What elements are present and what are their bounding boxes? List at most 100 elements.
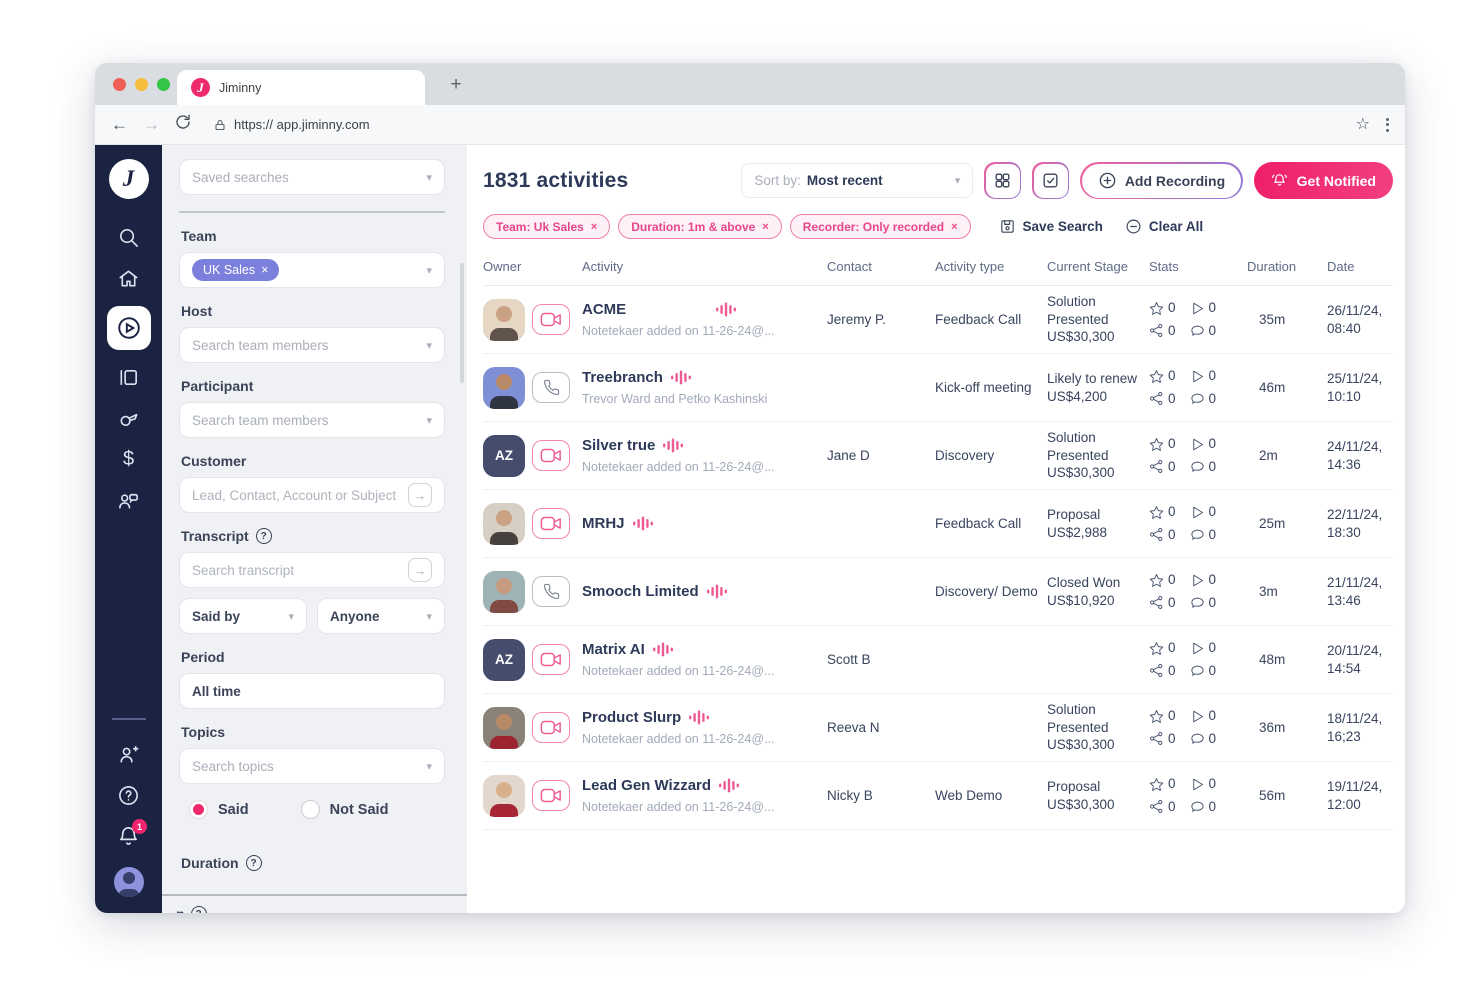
share-stat[interactable]: 0	[1149, 730, 1176, 748]
share-stat[interactable]: 0	[1149, 594, 1176, 612]
transcript-submit-arrow-icon[interactable]: →	[408, 558, 432, 582]
col-duration[interactable]: Duration	[1247, 259, 1325, 274]
table-row[interactable]: AZ Matrix AI Notetekaer added on 11-26-2…	[483, 626, 1393, 694]
participant-select[interactable]: Search team members	[179, 402, 445, 438]
table-row[interactable]: ACME Notetekaer added on 11-26-24@... Je…	[483, 286, 1393, 354]
browser-tab-jiminny[interactable]: J Jiminny	[177, 70, 425, 105]
activity-name[interactable]: Lead Gen Wizzard	[582, 776, 711, 796]
play-count-stat[interactable]: 0	[1190, 435, 1217, 453]
star-stat[interactable]: 0	[1149, 503, 1176, 521]
invite-user-icon[interactable]	[117, 743, 140, 766]
star-stat[interactable]: 0	[1149, 571, 1176, 589]
filter-chip-team[interactable]: Team: Uk Sales ×	[483, 214, 610, 239]
said-by-select[interactable]: Said by	[179, 598, 307, 634]
activity-name[interactable]: Silver true	[582, 436, 655, 456]
save-search-button[interactable]: Save Search	[999, 218, 1103, 235]
activity-name[interactable]: Smooch Limited	[582, 582, 699, 602]
col-activity[interactable]: Activity	[582, 259, 825, 274]
star-stat[interactable]: 0	[1149, 367, 1176, 385]
col-activity-type[interactable]: Activity type	[935, 259, 1045, 274]
duration-help-icon[interactable]: ?	[246, 855, 262, 871]
home-icon[interactable]	[117, 267, 140, 290]
play-count-stat[interactable]: 0	[1190, 367, 1217, 385]
phone-call-icon[interactable]	[532, 372, 570, 403]
comments-stat[interactable]: 0	[1190, 798, 1217, 816]
select-mode-button[interactable]	[1032, 162, 1069, 199]
radio-not-said[interactable]: Not Said	[301, 800, 389, 819]
radio-not-said-dot[interactable]	[301, 800, 320, 819]
activity-name[interactable]: Matrix AI	[582, 640, 645, 660]
remove-chip-icon[interactable]: ×	[762, 221, 768, 233]
user-avatar[interactable]	[114, 867, 144, 897]
radio-said-dot[interactable]	[189, 800, 208, 819]
saved-searches-select[interactable]: Saved searches	[179, 159, 445, 195]
play-count-stat[interactable]: 0	[1190, 639, 1217, 657]
play-count-stat[interactable]: 0	[1190, 571, 1217, 589]
share-stat[interactable]: 0	[1149, 662, 1176, 680]
bookmark-star-icon[interactable]: ☆	[1356, 117, 1370, 133]
deals-dollar-icon[interactable]: $	[123, 448, 134, 471]
table-row[interactable]: MRHJ Feedback Call Proposal US$2,988 0 0	[483, 490, 1393, 558]
comments-stat[interactable]: 0	[1190, 526, 1217, 544]
recordings-nav-active[interactable]	[107, 306, 151, 350]
share-stat[interactable]: 0	[1149, 390, 1176, 408]
comments-stat[interactable]: 0	[1190, 594, 1217, 612]
share-stat[interactable]: 0	[1149, 798, 1176, 816]
help-icon[interactable]	[117, 784, 140, 807]
get-notified-button[interactable]: Get Notified	[1254, 162, 1393, 199]
transcript-help-icon[interactable]: ?	[256, 528, 272, 544]
remove-team-icon[interactable]: ×	[261, 263, 268, 277]
radio-said[interactable]: Said	[189, 800, 249, 819]
play-count-stat[interactable]: 0	[1190, 775, 1217, 793]
col-stats[interactable]: Stats	[1149, 259, 1245, 274]
address-bar[interactable]: https:// app.jiminny.com	[214, 117, 1341, 132]
star-stat[interactable]: 0	[1149, 299, 1176, 317]
search-icon[interactable]	[117, 226, 140, 249]
play-count-stat[interactable]: 0	[1190, 707, 1217, 725]
window-controls[interactable]	[113, 78, 170, 91]
comments-stat[interactable]: 0	[1190, 662, 1217, 680]
phone-call-icon[interactable]	[532, 576, 570, 607]
period-select[interactable]: All time	[179, 673, 445, 709]
forward-icon[interactable]: →	[143, 116, 160, 133]
close-window-button[interactable]	[113, 78, 126, 91]
panel-scrollbar[interactable]	[460, 263, 464, 383]
maximize-window-button[interactable]	[157, 78, 170, 91]
activity-name[interactable]: ACME	[582, 300, 626, 320]
topics-select[interactable]: Search topics	[179, 748, 445, 784]
col-owner[interactable]: Owner	[483, 259, 580, 274]
video-call-icon[interactable]	[532, 712, 570, 743]
table-row[interactable]: Product Slurp Notetekaer added on 11-26-…	[483, 694, 1393, 762]
customer-submit-arrow-icon[interactable]: →	[408, 483, 432, 507]
share-stat[interactable]: 0	[1149, 458, 1176, 476]
col-contact[interactable]: Contact	[827, 259, 933, 274]
transcript-input[interactable]	[192, 563, 402, 578]
said-by-scope-select[interactable]: Anyone	[317, 598, 445, 634]
table-row[interactable]: Treebranch Trevor Ward and Petko Kashins…	[483, 354, 1393, 422]
customer-input[interactable]	[192, 488, 402, 503]
browser-menu-icon[interactable]	[1386, 118, 1389, 132]
grid-view-button[interactable]	[984, 162, 1021, 199]
coaching-whistle-icon[interactable]	[117, 407, 140, 430]
play-count-stat[interactable]: 0	[1190, 503, 1217, 521]
reload-icon[interactable]	[175, 114, 191, 135]
star-stat[interactable]: 0	[1149, 435, 1176, 453]
back-icon[interactable]: ←	[111, 116, 128, 133]
team-chat-icon[interactable]	[117, 489, 140, 512]
filter-chip-duration[interactable]: Duration: 1m & above ×	[618, 214, 781, 239]
comments-stat[interactable]: 0	[1190, 458, 1217, 476]
star-stat[interactable]: 0	[1149, 775, 1176, 793]
table-row[interactable]: AZ Silver true Notetekaer added on 11-26…	[483, 422, 1393, 490]
comments-stat[interactable]: 0	[1190, 322, 1217, 340]
clear-all-button[interactable]: Clear All	[1125, 218, 1203, 235]
activity-name[interactable]: MRHJ	[582, 514, 625, 534]
video-call-icon[interactable]	[532, 440, 570, 471]
star-stat[interactable]: 0	[1149, 707, 1176, 725]
video-call-icon[interactable]	[532, 508, 570, 539]
video-call-icon[interactable]	[532, 780, 570, 811]
jiminny-logo[interactable]: J	[109, 159, 149, 199]
remove-chip-icon[interactable]: ×	[591, 221, 597, 233]
video-call-icon[interactable]	[532, 304, 570, 335]
sort-select[interactable]: Sort by: Most recent	[741, 163, 973, 198]
share-stat[interactable]: 0	[1149, 526, 1176, 544]
